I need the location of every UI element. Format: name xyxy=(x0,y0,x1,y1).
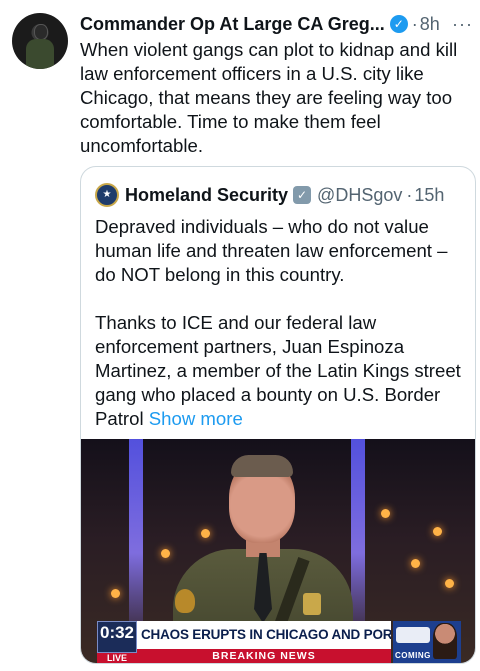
dhs-seal-icon[interactable]: ★ xyxy=(95,183,119,207)
background-light xyxy=(201,529,210,538)
time-separator: · xyxy=(411,13,418,34)
background-light-beam xyxy=(129,439,143,629)
news-headline: CHAOS ERUPTS IN CHICAGO AND PORTLAND xyxy=(137,621,391,649)
post[interactable]: Commander Op At Large CA Greg... ✓ · 8h … xyxy=(0,0,480,671)
background-light xyxy=(411,559,420,568)
quoted-text: Depraved individuals – who do not value … xyxy=(95,215,461,431)
post-time[interactable]: 8h xyxy=(420,14,440,35)
quoted-time[interactable]: 15h xyxy=(414,185,444,206)
promo-coming-label: COMING xyxy=(395,651,431,660)
live-badge: LIVE xyxy=(97,653,137,663)
breaking-news-banner: BREAKING NEWS xyxy=(137,649,391,663)
verified-badge-icon: ✓ xyxy=(389,15,408,33)
show-more-link[interactable]: Show more xyxy=(149,408,243,429)
government-verified-badge-icon: ✓ xyxy=(293,186,312,204)
quoted-time-separator: · xyxy=(406,184,413,205)
show-promo: COMING xyxy=(393,621,461,663)
post-text: When violent gangs can plot to kidnap an… xyxy=(80,39,458,156)
background-light xyxy=(381,509,390,518)
news-ticker: 0:32 LIVE CHAOS ERUPTS IN CHICAGO AND PO… xyxy=(81,621,475,663)
avatar-head xyxy=(34,24,48,40)
shoulder-patch-icon xyxy=(175,589,195,613)
video-timestamp: 0:32 xyxy=(97,621,137,653)
background-light xyxy=(445,579,454,588)
promo-host-image xyxy=(433,623,457,659)
quoted-post-header: ★ Homeland Security ✓ @DHSgov · 15h xyxy=(95,183,465,207)
background-light xyxy=(161,549,170,558)
quoted-author-name[interactable]: Homeland Security xyxy=(125,185,288,206)
officer-hair xyxy=(231,455,293,477)
quoted-post[interactable]: ★ Homeland Security ✓ @DHSgov · 15h Depr… xyxy=(80,166,476,664)
avatar-body xyxy=(26,39,54,69)
post-header: Commander Op At Large CA Greg... ✓ · 8h xyxy=(80,12,472,36)
background-light-beam xyxy=(351,439,365,629)
quoted-handle[interactable]: @DHSgov xyxy=(317,185,402,206)
officer-badge-icon xyxy=(303,593,321,615)
avatar[interactable] xyxy=(12,13,68,69)
background-light xyxy=(111,589,120,598)
show-logo-icon xyxy=(396,627,430,643)
more-options-icon[interactable]: ··· xyxy=(452,14,473,35)
quoted-text-body: Depraved individuals – who do not value … xyxy=(95,216,461,429)
video-thumbnail[interactable]: 0:32 LIVE CHAOS ERUPTS IN CHICAGO AND PO… xyxy=(81,439,475,663)
background-light xyxy=(433,527,442,536)
author-name[interactable]: Commander Op At Large CA Greg... xyxy=(80,14,385,35)
